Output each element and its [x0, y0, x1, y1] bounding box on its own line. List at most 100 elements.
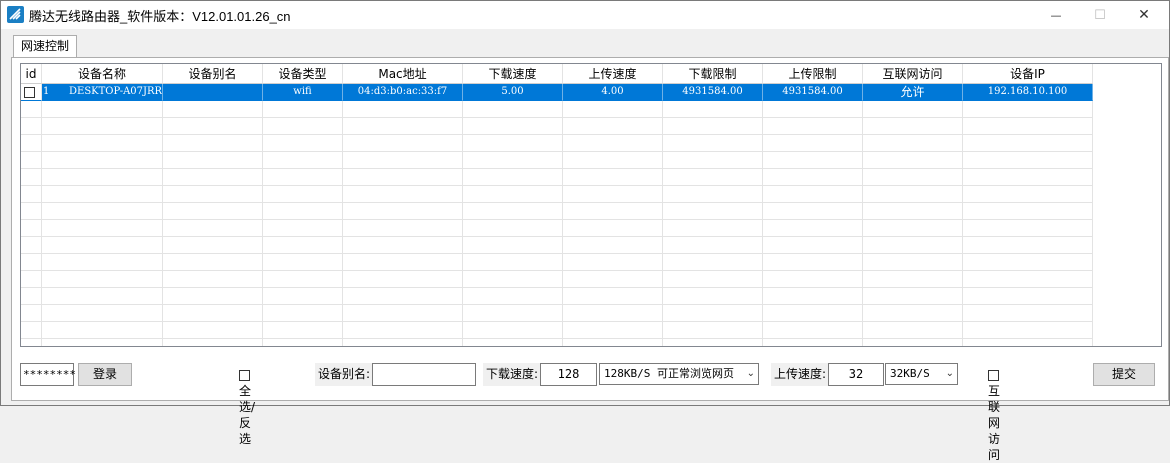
submit-button[interactable]: 提交 [1093, 363, 1155, 386]
empty-cell [343, 220, 463, 237]
minimize-button[interactable]: — [1033, 1, 1079, 29]
empty-cell [463, 135, 563, 152]
empty-cell [463, 322, 563, 339]
empty-cell [42, 322, 163, 339]
internet-access-checkbox-icon[interactable] [988, 370, 999, 381]
empty-cell [263, 254, 343, 271]
empty-cell [763, 322, 863, 339]
empty-cell [463, 237, 563, 254]
upload-speed-input[interactable]: 32 [828, 363, 884, 386]
empty-cell [343, 288, 463, 305]
empty-cell [763, 118, 863, 135]
download-preset-value: 128KB/S 可正常浏览网页 [604, 367, 734, 380]
empty-cell [163, 220, 263, 237]
empty-cell [963, 118, 1093, 135]
empty-cell [343, 322, 463, 339]
cell-mac-address: 04:d3:b0:ac:33:f7 [343, 84, 463, 101]
empty-cell [263, 220, 343, 237]
column-header-mac[interactable]: Mac地址 [343, 64, 463, 84]
empty-cell [163, 186, 263, 203]
empty-cell [563, 203, 663, 220]
empty-cell [563, 288, 663, 305]
empty-cell [563, 237, 663, 254]
cell-device-type: wifi [263, 84, 343, 101]
empty-cell [21, 237, 42, 254]
empty-cell [663, 288, 763, 305]
empty-cell [263, 305, 343, 322]
device-table[interactable]: id 设备名称 设备别名 设备类型 Mac地址 下载速度 上传速度 下载限制 上… [20, 63, 1162, 347]
column-header-name[interactable]: 设备名称 [42, 64, 163, 84]
empty-cell [863, 118, 963, 135]
maximize-button[interactable]: ☐ [1077, 1, 1123, 29]
internet-access-label: 互联网访问 [988, 384, 1001, 462]
empty-cell [263, 169, 343, 186]
checkbox-icon[interactable] [24, 86, 35, 98]
empty-cell [663, 135, 763, 152]
download-speed-input[interactable]: 128 [540, 363, 597, 386]
empty-cell [263, 152, 343, 169]
empty-cell [21, 271, 42, 288]
cell-device-alias [163, 84, 263, 101]
empty-cell [42, 288, 163, 305]
select-all-checkbox-icon[interactable] [239, 370, 250, 381]
download-preset-select[interactable]: 128KB/S 可正常浏览网页 ⌄ [599, 363, 759, 385]
empty-cell [563, 186, 663, 203]
empty-cell [21, 186, 42, 203]
empty-cell [263, 339, 343, 346]
close-button[interactable]: ✕ [1121, 1, 1167, 29]
empty-cell [42, 152, 163, 169]
empty-cell [963, 288, 1093, 305]
chevron-down-icon[interactable]: ⌄ [747, 364, 755, 384]
empty-cell [963, 169, 1093, 186]
empty-cell [343, 203, 463, 220]
empty-cell [763, 271, 863, 288]
empty-cell [21, 169, 42, 186]
password-field[interactable]: ******** [20, 363, 76, 386]
column-header-type[interactable]: 设备类型 [263, 64, 343, 84]
empty-cell [863, 220, 963, 237]
alias-input[interactable] [372, 363, 476, 386]
empty-cell [263, 288, 343, 305]
empty-cell [663, 101, 763, 118]
row-checkbox[interactable] [21, 84, 42, 101]
empty-cell [863, 135, 963, 152]
empty-cell [463, 288, 563, 305]
column-header-ip[interactable]: 设备IP [963, 64, 1093, 84]
column-header-id[interactable]: id [21, 64, 42, 84]
empty-cell [463, 271, 563, 288]
column-header-download-limit[interactable]: 下载限制 [663, 64, 763, 84]
empty-cell [563, 254, 663, 271]
cell-id: 1 [43, 86, 50, 97]
empty-cell [963, 237, 1093, 254]
speed-control-panel: id 设备名称 设备别名 设备类型 Mac地址 下载速度 上传速度 下载限制 上… [11, 57, 1169, 462]
empty-cell [163, 305, 263, 322]
column-header-download-speed[interactable]: 下载速度 [463, 64, 563, 84]
title-bar[interactable]: 腾达无线路由器_软件版本：V12.01.01.26_cn — ☐ ✕ [1, 1, 1169, 29]
empty-cell [42, 237, 163, 254]
empty-cell [863, 169, 963, 186]
select-all-checkbox[interactable]: 全选/反选 [239, 367, 255, 446]
empty-cell [663, 118, 763, 135]
empty-cell [863, 101, 963, 118]
empty-cell [963, 271, 1093, 288]
upload-preset-select[interactable]: 32KB/S ⌄ [885, 363, 958, 385]
empty-cell [663, 152, 763, 169]
empty-cell [21, 152, 42, 169]
empty-cell [863, 203, 963, 220]
column-header-upload-limit[interactable]: 上传限制 [763, 64, 863, 84]
empty-cell [963, 203, 1093, 220]
column-header-alias[interactable]: 设备别名 [163, 64, 263, 84]
empty-cell [343, 254, 463, 271]
column-header-internet-access[interactable]: 互联网访问 [863, 64, 963, 84]
empty-cell [343, 186, 463, 203]
empty-cell [21, 339, 42, 346]
empty-cell [463, 203, 563, 220]
chevron-down-icon[interactable]: ⌄ [946, 364, 954, 384]
empty-cell [163, 169, 263, 186]
empty-cell [263, 135, 343, 152]
empty-cell [963, 101, 1093, 118]
tab-speed-control[interactable]: 网速控制 [13, 35, 77, 57]
internet-access-checkbox[interactable]: 互联网访问 [988, 367, 1002, 462]
column-header-upload-speed[interactable]: 上传速度 [563, 64, 663, 84]
login-button[interactable]: 登录 [78, 363, 132, 386]
